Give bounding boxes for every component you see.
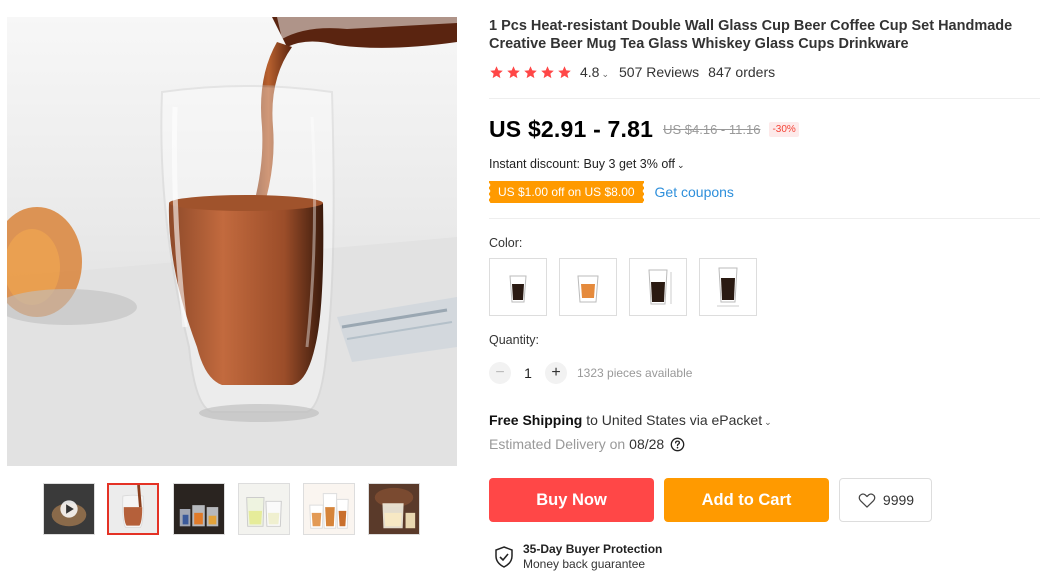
original-price: US $4.16 - 11.16 — [663, 122, 761, 137]
divider — [489, 218, 1040, 219]
rating-stars — [489, 65, 574, 80]
instant-discount[interactable]: Instant discount: Buy 3 get 3% off ⌄ — [489, 157, 685, 171]
shipping-destination: to United States via ePacket — [586, 412, 763, 428]
quantity-decrease-button[interactable]: − — [489, 362, 511, 384]
thumbnail-3[interactable] — [173, 483, 225, 535]
protection-title: 35-Day Buyer Protection — [523, 542, 663, 556]
quantity-label: Quantity: — [489, 333, 540, 347]
free-shipping-label: Free Shipping — [489, 412, 583, 428]
delivery-label: Estimated Delivery on — [489, 436, 626, 452]
add-to-cart-button[interactable]: Add to Cart — [664, 478, 829, 522]
heart-icon — [858, 493, 876, 508]
star-icon — [558, 65, 571, 78]
color-option-4[interactable] — [699, 258, 757, 316]
instant-discount-text: Instant discount: Buy 3 get 3% off — [489, 157, 675, 171]
thumbnail-5[interactable] — [303, 483, 355, 535]
thumbnail-2[interactable] — [107, 483, 159, 535]
shield-check-icon — [495, 546, 513, 568]
thumbnail-4[interactable] — [238, 483, 290, 535]
color-option-1[interactable] — [489, 258, 547, 316]
main-product-image[interactable] — [7, 17, 457, 466]
get-coupons-link[interactable]: Get coupons — [655, 184, 734, 200]
chevron-down-icon: ⌄ — [764, 417, 772, 427]
color-options — [489, 258, 769, 316]
buy-now-button[interactable]: Buy Now — [489, 478, 654, 522]
reviews-link[interactable]: 507 Reviews — [619, 64, 699, 80]
wishlist-count: 9999 — [882, 492, 915, 508]
thumbnail-video[interactable] — [43, 483, 95, 535]
protection-subtitle: Money back guarantee — [523, 557, 646, 571]
rating-number: 4.8 — [580, 64, 600, 80]
current-price: US $2.91 - 7.81 — [489, 116, 654, 142]
color-label: Color: — [489, 236, 523, 250]
stock-available: 1323 pieces available — [577, 366, 693, 380]
color-option-2[interactable] — [559, 258, 617, 316]
star-icon — [524, 65, 537, 78]
wishlist-button[interactable]: 9999 — [839, 478, 932, 522]
coupon-row: US $1.00 off on US $8.00 Get coupons — [488, 181, 734, 203]
delivery-date: 08/28 — [629, 436, 665, 452]
glass-cup-image — [7, 17, 457, 466]
buyer-protection: 35-Day Buyer Protection Money back guara… — [494, 542, 662, 572]
coupon-tag[interactable]: US $1.00 off on US $8.00 — [488, 181, 644, 203]
divider — [489, 98, 1040, 99]
chevron-down-icon: ⌄ — [601, 69, 610, 79]
estimated-delivery: Estimated Delivery on 08/28 — [489, 436, 685, 452]
star-icon — [541, 65, 554, 78]
shipping-info[interactable]: Free Shipping to United States via ePack… — [489, 412, 772, 428]
product-title: 1 Pcs Heat-resistant Double Wall Glass C… — [489, 18, 1013, 52]
question-icon[interactable] — [670, 437, 685, 452]
quantity-value[interactable]: 1 — [511, 365, 545, 381]
color-option-3[interactable] — [629, 258, 687, 316]
thumbnail-6[interactable] — [368, 483, 420, 535]
discount-badge: -30% — [769, 122, 799, 137]
price-row: US $2.91 - 7.81 US $4.16 - 11.16 -30% — [489, 116, 799, 143]
rating-row: 4.8 ⌄ 507 Reviews 847 orders — [489, 63, 775, 81]
chevron-down-icon: ⌄ — [677, 160, 685, 170]
star-icon — [507, 65, 520, 78]
quantity-stepper: − 1 + 1323 pieces available — [489, 362, 692, 384]
star-icon — [490, 65, 503, 78]
orders-count: 847 orders — [708, 64, 776, 80]
rating-value[interactable]: 4.8 ⌄ — [580, 64, 609, 80]
quantity-increase-button[interactable]: + — [545, 362, 567, 384]
